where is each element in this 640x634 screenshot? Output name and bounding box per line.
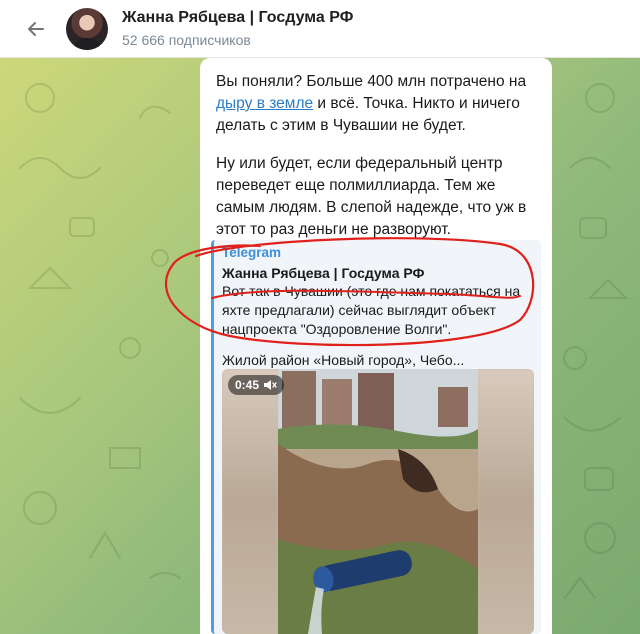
quote-author: Жанна Рябцева | Госдума РФ	[222, 265, 425, 281]
video-blur-left	[222, 369, 278, 634]
quote-caption: Жилой район «Новый город», Чебо...	[222, 352, 465, 368]
message-paragraph-1: Вы поняли? Больше 400 млн потрачено на д…	[216, 71, 540, 137]
message-bubble: Вы поняли? Больше 400 млн потрачено на д…	[200, 58, 552, 634]
subscriber-count: 52 666 подписчиков	[122, 32, 251, 48]
message-text-segment: Вы поняли? Больше 400 млн потрачено на	[216, 73, 527, 90]
quote-source: Telegram	[222, 245, 282, 260]
channel-info[interactable]: Жанна Рябцева | Госдума РФ 52 666 подпис…	[122, 9, 353, 48]
channel-avatar[interactable]	[66, 7, 108, 50]
quote-text: Вот так в Чувашии (это где нам покататьс…	[222, 283, 521, 337]
video-player[interactable]: 0:45	[222, 369, 534, 634]
video-duration-badge: 0:45	[228, 375, 285, 395]
message-paragraph-2: Ну или будет, если федеральный центр пер…	[216, 155, 527, 238]
channel-title: Жанна Рябцева | Госдума РФ	[122, 9, 354, 26]
video-duration: 0:45	[235, 378, 260, 392]
chat-header: Жанна Рябцева | Госдума РФ 52 666 подпис…	[0, 0, 640, 58]
message-text: Вы поняли? Больше 400 млн потрачено на д…	[216, 71, 540, 241]
back-button[interactable]	[16, 9, 56, 49]
video-blur-right	[478, 369, 534, 634]
video-frame	[278, 369, 478, 634]
speaker-muted-icon[interactable]	[263, 379, 277, 391]
message-link[interactable]: дыру в земле	[216, 95, 313, 112]
arrow-left-icon	[28, 21, 44, 36]
